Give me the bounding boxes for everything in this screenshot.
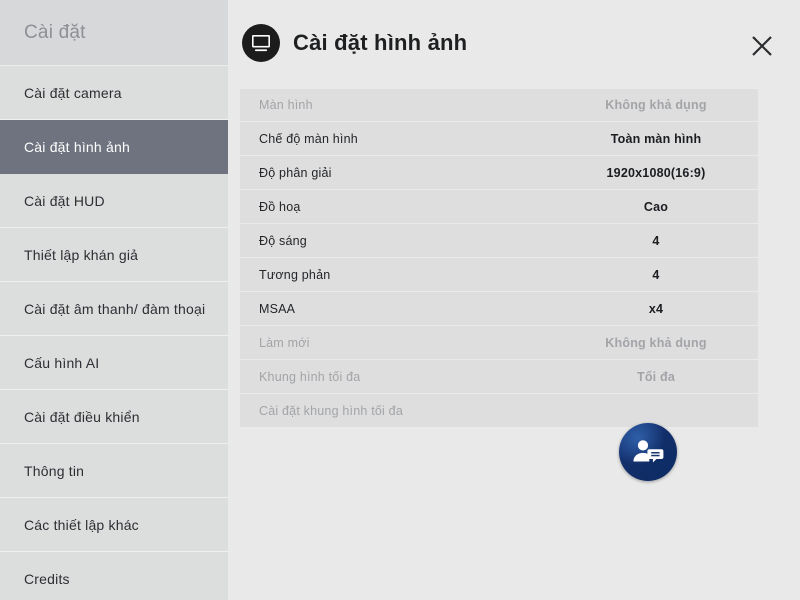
sidebar-item-0[interactable]: Cài đặt camera xyxy=(0,66,228,120)
sidebar-item-1[interactable]: Cài đặt hình ảnh xyxy=(0,120,228,174)
sidebar-item-9[interactable]: Credits xyxy=(0,552,228,600)
setting-label: MSAA xyxy=(259,301,296,316)
setting-value: 1920x1080(16:9) xyxy=(606,165,706,180)
setting-label: Đồ hoạ xyxy=(259,199,301,214)
settings-row[interactable]: Đồ hoạ Cao xyxy=(240,190,758,224)
sidebar-item-5[interactable]: Cấu hình AI xyxy=(0,336,228,390)
settings-row[interactable]: Chế độ màn hình Toàn màn hình xyxy=(240,122,758,156)
sidebar-item-8[interactable]: Các thiết lập khác xyxy=(0,498,228,552)
sidebar-item-7[interactable]: Thông tin xyxy=(0,444,228,498)
settings-row: Khung hình tối đa Tối đa xyxy=(240,360,758,394)
sidebar-item-6[interactable]: Cài đặt điều khiển xyxy=(0,390,228,444)
sidebar-item-label: Các thiết lập khác xyxy=(24,516,139,533)
sidebar-item-label: Cấu hình AI xyxy=(24,354,100,371)
setting-value: Toàn màn hình xyxy=(610,131,702,146)
settings-row[interactable]: Tương phản 4 xyxy=(240,258,758,292)
sidebar-item-label: Cài đặt âm thanh/ đàm thoại xyxy=(24,300,206,317)
setting-label: Cài đặt khung hình tối đa xyxy=(259,403,403,418)
setting-label: Độ sáng xyxy=(259,233,307,248)
setting-value: 4 xyxy=(652,267,660,282)
setting-value: x4 xyxy=(648,301,664,316)
setting-label: Độ phân giải xyxy=(259,165,332,180)
setting-label: Khung hình tối đa xyxy=(259,369,361,384)
sidebar-item-label: Credits xyxy=(24,570,70,587)
settings-row: Màn hình Không khả dụng xyxy=(240,88,758,122)
settings-row[interactable]: MSAA x4 xyxy=(240,292,758,326)
setting-label: Chế độ màn hình xyxy=(259,131,358,146)
setting-label: Màn hình xyxy=(259,98,313,112)
settings-screen: Cài đặt Cài đặt camera Cài đặt hình ảnh Cà… xyxy=(0,0,800,600)
monitor-icon xyxy=(242,24,280,62)
sidebar-title: Cài đặt xyxy=(0,0,228,66)
sidebar-item-2[interactable]: Cài đặt HUD xyxy=(0,174,228,228)
setting-value: Tối đa xyxy=(636,369,675,384)
sidebar-item-label: Cài đặt camera xyxy=(24,84,122,101)
setting-value: Không khả dụng xyxy=(605,335,707,350)
setting-label: Làm mới xyxy=(259,335,310,350)
person-chat-icon[interactable] xyxy=(619,423,677,481)
sidebar: Cài đặt Cài đặt camera Cài đặt hình ảnh Cà… xyxy=(0,0,228,600)
close-icon[interactable] xyxy=(746,30,778,62)
settings-row[interactable]: Độ phân giải 1920x1080(16:9) xyxy=(240,156,758,190)
sidebar-item-label: Cài đặt hình ảnh xyxy=(24,138,130,155)
settings-row[interactable]: Độ sáng 4 xyxy=(240,224,758,258)
sidebar-menu: Cài đặt camera Cài đặt hình ảnh Cài đặt HU… xyxy=(0,66,228,600)
settings-row: Làm mới Không khả dụng xyxy=(240,326,758,360)
main-panel: Cài đặt hình ảnh Màn hình Không khả dụng C… xyxy=(228,0,800,600)
sidebar-item-4[interactable]: Cài đặt âm thanh/ đàm thoại xyxy=(0,282,228,336)
settings-table: Màn hình Không khả dụng Chế độ màn hình Toà… xyxy=(240,88,758,428)
sidebar-item-label: Thông tin xyxy=(24,462,85,479)
setting-value: Không khả dụng xyxy=(605,98,707,112)
sidebar-item-3[interactable]: Thiết lập khán giả xyxy=(0,228,228,282)
setting-label: Tương phản xyxy=(259,267,331,282)
setting-value: Cao xyxy=(643,199,669,214)
sidebar-item-label: Cài đặt điều khiển xyxy=(24,408,140,425)
settings-row: Cài đặt khung hình tối đa xyxy=(240,394,758,428)
sidebar-item-label: Thiết lập khán giả xyxy=(24,246,139,263)
panel-header: Cài đặt hình ảnh xyxy=(228,0,800,86)
setting-value: 4 xyxy=(652,233,660,248)
sidebar-item-label: Cài đặt HUD xyxy=(24,192,105,209)
page-title: Cài đặt hình ảnh xyxy=(293,30,468,55)
